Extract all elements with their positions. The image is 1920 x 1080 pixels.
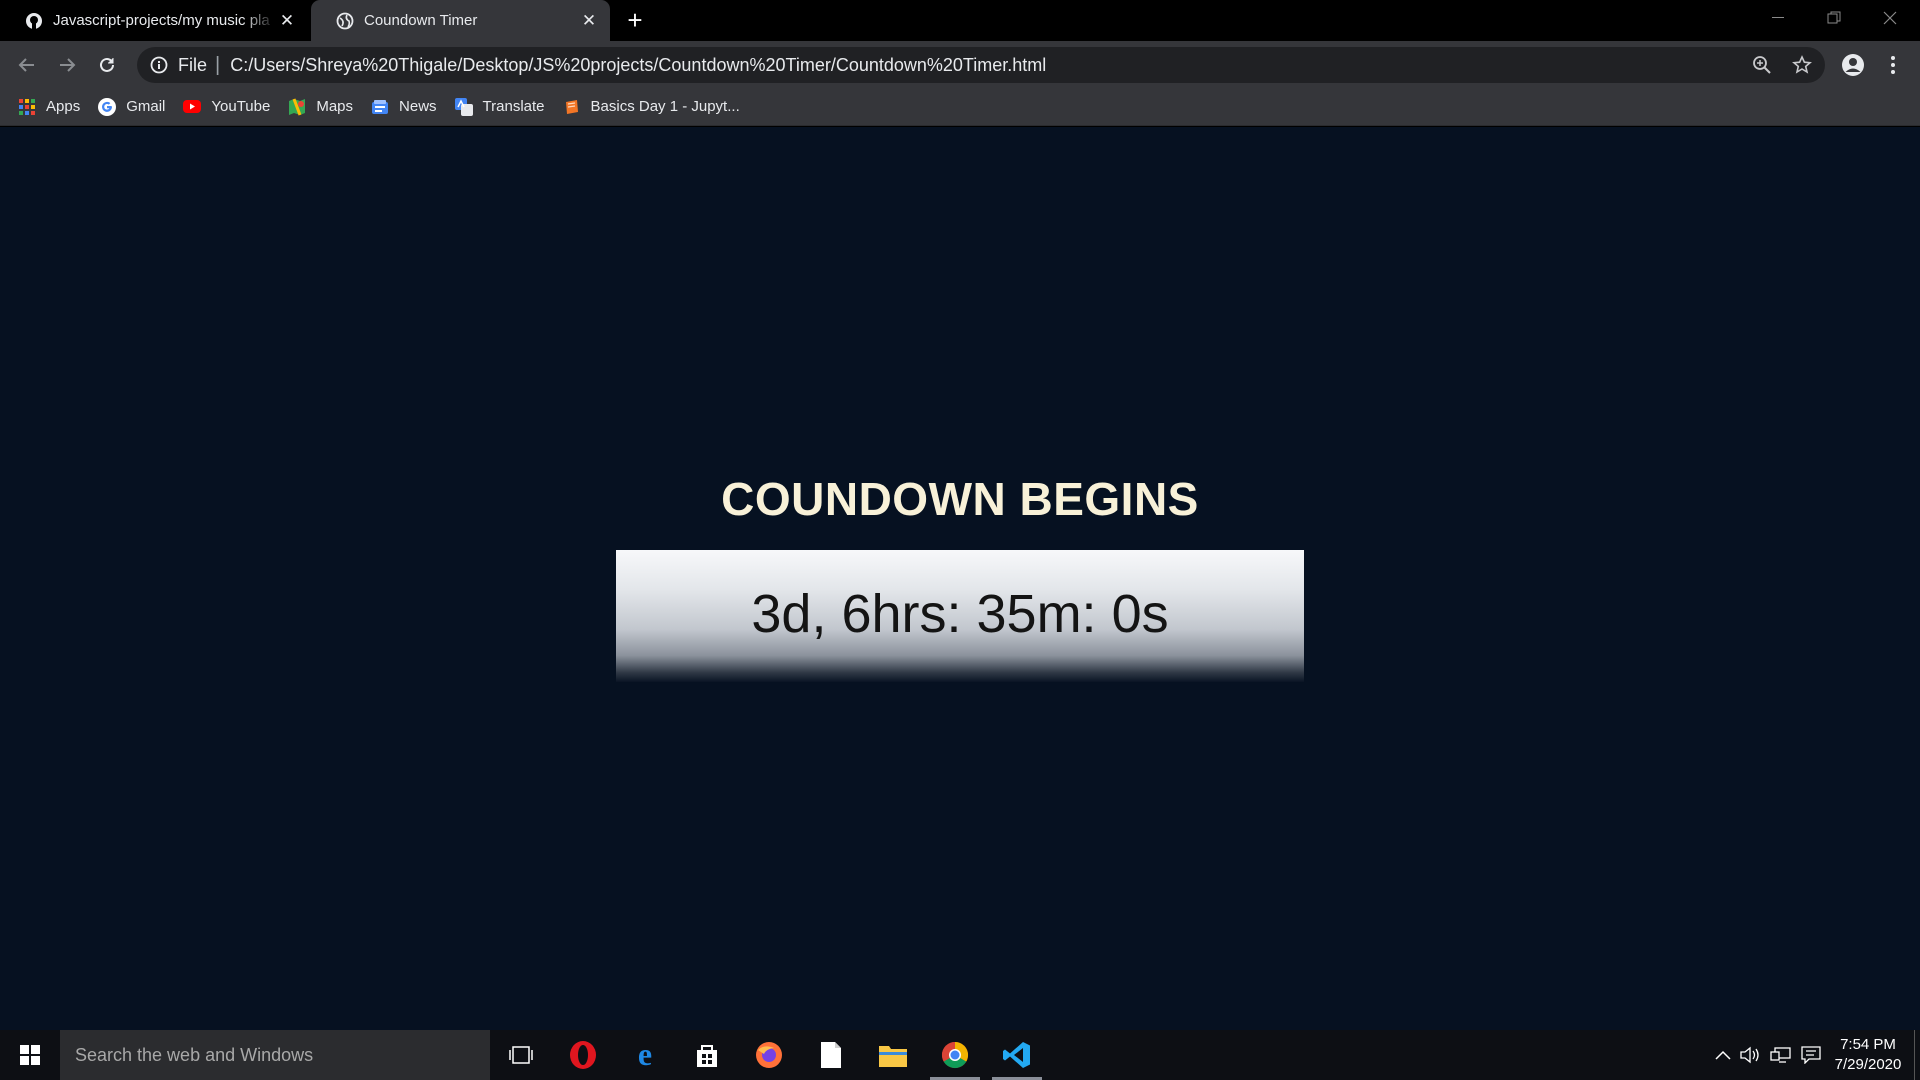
taskbar-file-explorer[interactable]: [862, 1030, 924, 1080]
profile-avatar-icon[interactable]: [1837, 49, 1869, 81]
translate-icon: [454, 97, 473, 116]
bookmark-youtube[interactable]: YouTube: [183, 93, 270, 121]
browser-toolbar: File | C:/Users/Shreya%20Thigale/Desktop…: [0, 41, 1920, 88]
bookmark-label: YouTube: [211, 98, 271, 115]
bookmark-maps[interactable]: Maps: [288, 93, 353, 121]
task-view-button[interactable]: [490, 1030, 552, 1080]
info-icon[interactable]: [149, 55, 169, 75]
bookmark-label: Translate: [482, 98, 545, 115]
scheme-separator: |: [215, 53, 221, 76]
tab-countdown-timer[interactable]: Coundown Timer ✕: [311, 0, 610, 41]
file-icon: [821, 1042, 841, 1068]
bookmark-star-icon[interactable]: [1791, 54, 1813, 76]
opera-icon: [570, 1041, 596, 1069]
jupyter-icon: [563, 98, 581, 116]
page-viewport: COUNDOWN BEGINS 3d, 6hrs: 35m: 0s: [0, 127, 1920, 1030]
taskbar-search-box[interactable]: Search the web and Windows: [60, 1030, 490, 1080]
news-icon: [371, 98, 389, 116]
volume-icon[interactable]: [1740, 1045, 1762, 1065]
bookmark-label: Maps: [316, 98, 354, 115]
taskbar-vscode[interactable]: [986, 1030, 1048, 1080]
address-bar[interactable]: File | C:/Users/Shreya%20Thigale/Desktop…: [137, 47, 1825, 83]
taskbar-file[interactable]: [800, 1030, 862, 1080]
tab-title: Javascript-projects/my music pla: [53, 12, 270, 29]
show-desktop-button[interactable]: [1914, 1030, 1915, 1080]
show-hidden-icons-icon[interactable]: [1712, 1045, 1734, 1065]
taskbar-firefox[interactable]: [738, 1030, 800, 1080]
network-icon[interactable]: [1770, 1045, 1792, 1065]
tab-title: Coundown Timer: [364, 12, 478, 29]
vscode-icon: [1003, 1042, 1030, 1068]
windows-taskbar: Search the web and Windows e 7:54 PM 7/2…: [0, 1030, 1920, 1080]
forward-button[interactable]: [51, 49, 83, 81]
back-button[interactable]: [11, 49, 43, 81]
bookmark-apps[interactable]: Apps: [18, 93, 80, 121]
close-tab-icon[interactable]: ✕: [276, 10, 298, 32]
url-text[interactable]: C:/Users/Shreya%20Thigale/Desktop/JS%20p…: [230, 55, 1046, 76]
windows-logo-icon: [20, 1045, 40, 1065]
firefox-icon: [756, 1042, 782, 1068]
clock-time: 7:54 PM: [1840, 1036, 1896, 1053]
bookmark-gmail[interactable]: Gmail: [98, 93, 165, 121]
bookmark-label: Gmail: [126, 98, 166, 115]
close-tab-icon[interactable]: ✕: [578, 10, 600, 32]
tab-strip: Javascript-projects/my music pla ✕ Cound…: [0, 0, 1920, 41]
taskbar-store[interactable]: [676, 1030, 738, 1080]
taskbar-edge[interactable]: e: [614, 1030, 676, 1080]
chrome-icon: [941, 1041, 969, 1069]
countdown-text: 3d, 6hrs: 35m: 0s: [751, 584, 1169, 644]
bookmark-jupyter[interactable]: Basics Day 1 - Jupyt...: [563, 93, 740, 121]
bookmark-translate[interactable]: Translate: [454, 93, 545, 121]
menu-kebab-icon[interactable]: [1877, 49, 1909, 81]
countdown-display: 3d, 6hrs: 35m: 0s: [616, 550, 1304, 682]
scheme-label: File: [178, 54, 208, 75]
bookmarks-bar: Apps Gmail YouTube Maps News Translate B…: [0, 88, 1920, 126]
youtube-icon: [183, 98, 202, 116]
globe-icon: [335, 11, 354, 30]
search-placeholder: Search the web and Windows: [75, 1044, 314, 1065]
reload-button[interactable]: [91, 49, 123, 81]
bookmark-news[interactable]: News: [371, 93, 437, 121]
google-icon: [98, 97, 117, 116]
new-tab-button[interactable]: +: [622, 7, 648, 34]
apps-grid-icon: [18, 98, 36, 116]
maps-icon: [288, 97, 306, 116]
action-center-icon[interactable]: [1800, 1045, 1822, 1065]
clock-date: 7/29/2020: [1834, 1056, 1902, 1073]
svg-text:e: e: [638, 1040, 652, 1070]
github-icon: [24, 11, 43, 30]
restore-button[interactable]: [1806, 0, 1862, 36]
zoom-icon[interactable]: [1751, 54, 1773, 76]
task-view-icon: [509, 1046, 533, 1064]
store-icon: [697, 1045, 717, 1067]
bookmark-label: News: [399, 98, 437, 115]
minimize-button[interactable]: [1750, 0, 1806, 36]
system-clock[interactable]: 7:54 PM 7/29/2020: [1826, 1035, 1910, 1075]
taskbar-chrome[interactable]: [924, 1030, 986, 1080]
taskbar-opera[interactable]: [552, 1030, 614, 1080]
page-heading: COUNDOWN BEGINS: [721, 473, 1199, 525]
bookmark-label: Apps: [46, 98, 81, 115]
tab-github[interactable]: Javascript-projects/my music pla ✕: [0, 0, 308, 41]
edge-icon: e: [638, 1040, 652, 1070]
start-button[interactable]: [0, 1030, 60, 1080]
close-window-button[interactable]: [1862, 0, 1918, 36]
folder-icon: [879, 1046, 907, 1067]
bookmark-label: Basics Day 1 - Jupyt...: [590, 98, 740, 115]
